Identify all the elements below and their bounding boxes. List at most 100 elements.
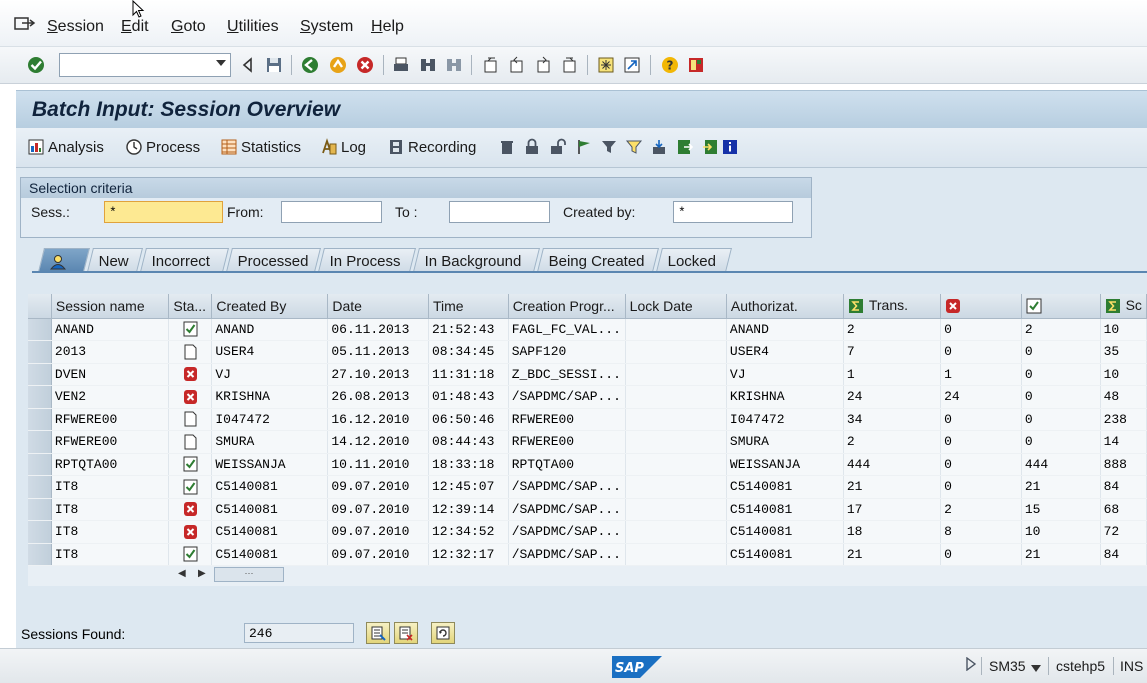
created-by-cell[interactable]: ANAND	[211, 318, 329, 341]
refresh-button[interactable]	[431, 622, 455, 644]
statistics-button[interactable]: Statistics	[220, 138, 301, 156]
creation-program-cell[interactable]: RPTQTA00	[508, 453, 626, 476]
date-cell[interactable]: 16.12.2010	[327, 408, 429, 431]
find-icon[interactable]	[418, 55, 438, 75]
date-cell[interactable]: 14.12.2010	[327, 430, 429, 454]
table-row[interactable]: VEN2 KRISHNA 26.08.2013 01:48:43/SAPDMC/SAP…	[28, 385, 1147, 409]
date-cell[interactable]: 05.11.2013	[327, 340, 429, 364]
info-icon[interactable]	[721, 138, 739, 156]
transactions-cell[interactable]: 7	[843, 340, 942, 364]
screens-cell[interactable]: 35	[1100, 340, 1147, 364]
log-button[interactable]: Log	[320, 138, 366, 156]
created-by-cell[interactable]: C5140081	[211, 520, 329, 544]
lock-date-cell[interactable]	[625, 475, 727, 499]
session-name-cell[interactable]: RFWERE00	[51, 430, 170, 454]
time-cell[interactable]: 12:45:07	[428, 475, 509, 499]
tab-in-background[interactable]: In Background	[413, 248, 540, 272]
table-row[interactable]: IT8 C5140081 09.07.2010 12:34:52/SAPDMC/SAP…	[28, 520, 1147, 544]
time-cell[interactable]: 08:34:45	[428, 340, 509, 364]
scroll-left-icon[interactable]: ◀	[178, 568, 186, 579]
horizontal-scrollbar[interactable]: ◀ ▶ ⋯	[172, 566, 284, 582]
authorization-cell[interactable]: KRISHNA	[726, 385, 844, 409]
authorization-cell[interactable]: C5140081	[726, 475, 844, 499]
session-name-cell[interactable]: RPTQTA00	[51, 453, 170, 476]
authorization-cell[interactable]: SMURA	[726, 430, 844, 454]
transactions-cell[interactable]: 24	[843, 385, 942, 409]
back-icon[interactable]	[300, 55, 320, 75]
transactions-cell[interactable]: 17	[843, 498, 942, 521]
errors-cell[interactable]: 0	[940, 475, 1022, 499]
menu-session[interactable]: Session	[47, 18, 104, 36]
chevron-down-icon[interactable]	[1031, 660, 1041, 676]
errors-cell[interactable]: 0	[940, 543, 1022, 566]
creation-program-cell[interactable]: /SAPDMC/SAP...	[508, 520, 626, 544]
screens-cell[interactable]: 84	[1100, 543, 1147, 566]
tab-locked[interactable]: Locked	[656, 248, 732, 272]
time-cell[interactable]: 12:39:14	[428, 498, 509, 521]
creation-program-cell[interactable]: /SAPDMC/SAP...	[508, 498, 626, 521]
lock-date-cell[interactable]	[625, 430, 727, 454]
authorization-cell[interactable]: C5140081	[726, 520, 844, 544]
errors-cell[interactable]: 0	[940, 318, 1022, 341]
session-name-cell[interactable]: 2013	[51, 340, 170, 364]
screens-cell[interactable]: 14	[1100, 430, 1147, 454]
creation-program-cell[interactable]: /SAPDMC/SAP...	[508, 475, 626, 499]
table-row[interactable]: RFWERE00 SMURA 14.12.2010 08:44:43 RFWERE00 S…	[28, 430, 1147, 454]
screens-cell[interactable]: 238	[1100, 408, 1147, 431]
session-name-cell[interactable]: IT8	[51, 520, 170, 544]
tab-new[interactable]: New	[87, 248, 143, 272]
authorization-cell[interactable]: ANAND	[726, 318, 844, 341]
row-selector[interactable]	[28, 453, 52, 476]
date-cell[interactable]: 10.11.2010	[327, 453, 429, 476]
col-screens[interactable]: Sc	[1100, 294, 1147, 319]
tab-processed[interactable]: Processed	[226, 248, 321, 272]
menu-help[interactable]: Help	[371, 18, 404, 36]
created-by-cell[interactable]: C5140081	[211, 475, 329, 499]
transactions-cell[interactable]: 2	[843, 318, 942, 341]
deselect-all-button[interactable]	[394, 622, 418, 644]
col-session-name[interactable]: Session name	[51, 294, 170, 319]
previous-page-icon[interactable]	[507, 55, 527, 75]
table-row[interactable]: IT8 C5140081 09.07.2010 12:45:07/SAPDMC/SAP…	[28, 475, 1147, 499]
created-by-cell[interactable]: I047472	[211, 408, 329, 431]
authorization-cell[interactable]: VJ	[726, 363, 844, 386]
time-cell[interactable]: 21:52:43	[428, 318, 509, 341]
tab-incorrect[interactable]: Incorrect	[140, 248, 229, 272]
transactions-cell[interactable]: 18	[843, 520, 942, 544]
processed-cell[interactable]: 0	[1021, 340, 1101, 364]
tab-all[interactable]	[38, 248, 90, 272]
created-by-cell[interactable]: WEISSANJA	[211, 453, 329, 476]
creation-program-cell[interactable]: SAPF120	[508, 340, 626, 364]
lock-date-cell[interactable]	[625, 408, 727, 431]
lock-date-cell[interactable]	[625, 453, 727, 476]
filter-icon[interactable]	[600, 138, 618, 156]
created-by-cell[interactable]: SMURA	[211, 430, 329, 454]
select-all-column[interactable]	[28, 294, 52, 319]
created-by-cell[interactable]: VJ	[211, 363, 329, 386]
menu-system[interactable]: System	[300, 18, 353, 36]
time-cell[interactable]: 11:31:18	[428, 363, 509, 386]
tab-being-created[interactable]: Being Created	[537, 248, 659, 272]
from-date-input[interactable]	[281, 201, 382, 223]
import-icon[interactable]	[701, 138, 719, 156]
created-by-cell[interactable]: KRISHNA	[211, 385, 329, 409]
row-selector[interactable]	[28, 430, 52, 454]
sort-icon[interactable]	[625, 138, 643, 156]
processed-cell[interactable]: 0	[1021, 385, 1101, 409]
lock-date-cell[interactable]	[625, 543, 727, 566]
select-all-button[interactable]	[366, 622, 390, 644]
date-cell[interactable]: 09.07.2010	[327, 520, 429, 544]
processed-cell[interactable]: 15	[1021, 498, 1101, 521]
creation-program-cell[interactable]: /SAPDMC/SAP...	[508, 385, 626, 409]
table-row[interactable]: RPTQTA00 WEISSANJA 10.11.2010 18:33:18 RPTQT…	[28, 453, 1147, 476]
col-transactions[interactable]: Trans.	[843, 294, 942, 319]
scroll-right-icon[interactable]: ▶	[198, 568, 206, 579]
table-row[interactable]: ANAND ANAND 06.11.2013 21:52:43 FAGL_FC_VAL.…	[28, 318, 1147, 341]
recording-button[interactable]: Recording	[387, 138, 476, 156]
table-row[interactable]: IT8 C5140081 09.07.2010 12:32:17/SAPDMC/SAP…	[28, 543, 1147, 566]
save-icon[interactable]	[264, 55, 284, 75]
row-selector[interactable]	[28, 385, 52, 409]
first-page-icon[interactable]	[481, 55, 501, 75]
transactions-cell[interactable]: 21	[843, 543, 942, 566]
date-cell[interactable]: 09.07.2010	[327, 475, 429, 499]
